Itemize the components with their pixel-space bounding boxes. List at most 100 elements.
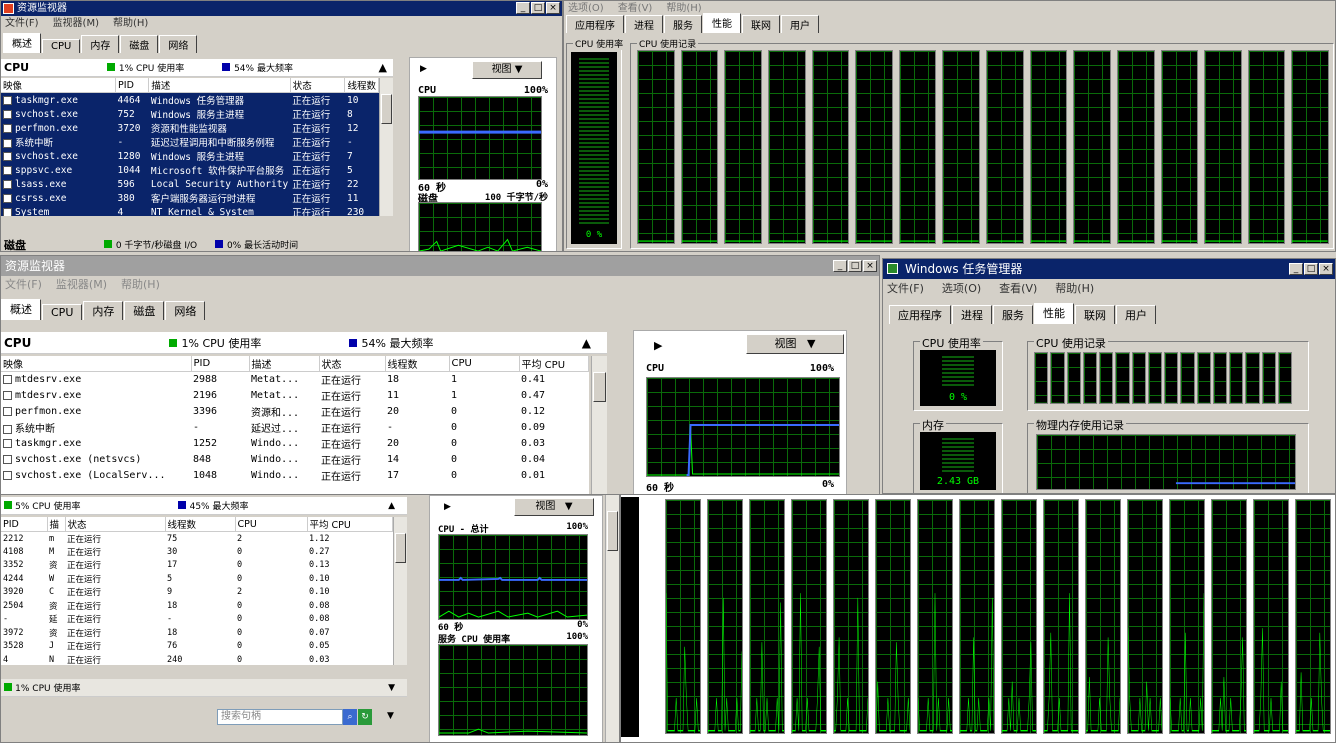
table-row[interactable]: 4 N 正在运行 240 0 0.03 bbox=[1, 653, 393, 665]
table-row[interactable]: mtdesrv.exe 2196 Metat... 正在运行 11 1 0.47 bbox=[1, 388, 589, 404]
table-row[interactable]: 系统中断 - 延迟过... 正在运行 - 0 0.09 bbox=[1, 420, 589, 436]
cpu-section-header[interactable]: CPU 1% CPU 使用率 54% 最大频率 ▲ bbox=[1, 332, 607, 354]
maximize-button[interactable]: □ bbox=[531, 2, 545, 14]
tab-memory[interactable]: 内存 bbox=[83, 301, 124, 320]
col-pid[interactable]: PID bbox=[115, 78, 150, 93]
table-row[interactable]: 3352 资正在运行 17 0 0.13 bbox=[1, 559, 393, 573]
menu-help[interactable]: 帮助(H) bbox=[1055, 281, 1094, 297]
search-icon[interactable]: ⌕ bbox=[343, 709, 357, 725]
collapse-icon[interactable]: ▲ bbox=[582, 336, 591, 350]
menu-monitor[interactable]: 监视器(M) bbox=[53, 16, 99, 32]
disk-section-header[interactable]: 磁盘 0 千字节/秒磁盘 I/O 0% 最长活动时间 bbox=[1, 237, 393, 251]
col-cpu[interactable]: CPU bbox=[449, 356, 520, 372]
tab-networking[interactable]: 联网 bbox=[1075, 305, 1115, 324]
row-checkbox[interactable] bbox=[3, 438, 12, 448]
table-row[interactable]: svchost.exe 1280 Windows 服务主进程 正在运行 7 bbox=[1, 149, 379, 163]
table-row[interactable]: perfmon.exe 3396 资源和... 正在运行 20 0 0.12 bbox=[1, 404, 589, 420]
table-row[interactable]: System 4 NT Kernel & System 正在运行 230 bbox=[1, 205, 379, 216]
refresh-icon[interactable]: ↻ bbox=[358, 709, 372, 725]
col-cpu[interactable]: CPU bbox=[235, 517, 308, 532]
col-image[interactable]: 映像 bbox=[1, 78, 117, 93]
table-row[interactable]: 3972 资正在运行 18 0 0.07 bbox=[1, 626, 393, 640]
col-desc[interactable]: 描述 bbox=[148, 78, 291, 93]
expand-icon[interactable]: ▶ bbox=[420, 64, 427, 74]
menu-help[interactable]: 帮助(H) bbox=[113, 16, 148, 32]
menu-monitor[interactable]: 监视器(M) bbox=[56, 277, 107, 293]
row-checkbox[interactable] bbox=[3, 193, 12, 203]
graphs-scrollbar[interactable] bbox=[605, 495, 619, 742]
col-image[interactable]: 映像 bbox=[1, 356, 192, 372]
row-checkbox[interactable] bbox=[3, 165, 12, 175]
col-threads[interactable]: 线程数 bbox=[344, 78, 379, 93]
menu-options[interactable]: 选项(O) bbox=[942, 281, 981, 297]
menu-view[interactable]: 查看(V) bbox=[999, 281, 1037, 297]
expand-icon[interactable]: ▶ bbox=[444, 502, 451, 512]
row-checkbox[interactable] bbox=[3, 139, 12, 148]
row-checkbox[interactable] bbox=[3, 95, 12, 105]
cpu-section2-header[interactable]: 1% CPU 使用率 ▼ bbox=[1, 679, 407, 697]
tab-services[interactable]: 服务 bbox=[664, 15, 702, 33]
tab-memory[interactable]: 内存 bbox=[81, 35, 120, 53]
tab-cpu[interactable]: CPU bbox=[42, 39, 81, 53]
tab-applications[interactable]: 应用程序 bbox=[566, 15, 624, 33]
row-checkbox[interactable] bbox=[3, 390, 12, 400]
table-row[interactable]: lsass.exe 596 Local Security Authority 正在运行… bbox=[1, 177, 379, 191]
table-row[interactable]: 2504 资正在运行 18 0 0.08 bbox=[1, 599, 393, 613]
tab-performance[interactable]: 性能 bbox=[1034, 303, 1074, 324]
table-row[interactable]: 4108 M 正在运行 30 0 0.27 bbox=[1, 545, 393, 559]
row-checkbox[interactable] bbox=[3, 374, 12, 384]
maximize-button[interactable]: □ bbox=[848, 260, 862, 272]
collapse-icon[interactable]: ▲ bbox=[388, 501, 395, 511]
tab-processes[interactable]: 进程 bbox=[952, 305, 992, 324]
row-checkbox[interactable] bbox=[3, 109, 12, 119]
col-avg-cpu[interactable]: 平均 CPU bbox=[519, 356, 589, 372]
tab-services[interactable]: 服务 bbox=[993, 305, 1033, 324]
col-avg-cpu[interactable]: 平均 CPU bbox=[307, 517, 393, 532]
title-bar[interactable]: 资源监视器 _ □ × bbox=[1, 1, 562, 16]
tab-overview[interactable]: 概述 bbox=[3, 33, 41, 53]
tab-network[interactable]: 网络 bbox=[165, 301, 206, 320]
cpu-section-header[interactable]: 5% CPU 使用率 45% 最大频率 ▲ bbox=[1, 497, 407, 515]
col-threads[interactable]: 线程数 bbox=[385, 356, 450, 372]
cpu-section-header[interactable]: CPU 1% CPU 使用率 54% 最大频率 ▲ bbox=[1, 59, 393, 77]
tab-users[interactable]: 用户 bbox=[781, 15, 819, 33]
minimize-button[interactable]: _ bbox=[833, 260, 847, 272]
table-row[interactable]: svchost.exe (LocalServ... 1048 Windo... 正在运… bbox=[1, 468, 589, 484]
close-button[interactable]: × bbox=[1319, 263, 1333, 275]
table-row[interactable]: 3920 C 正在运行 9 2 0.10 bbox=[1, 586, 393, 600]
col-threads[interactable]: 线程数 bbox=[165, 517, 236, 532]
row-checkbox[interactable] bbox=[3, 424, 12, 434]
col-status[interactable]: 状态 bbox=[290, 78, 346, 93]
table-row[interactable]: - 延正在运行 - 0 0.08 bbox=[1, 613, 393, 627]
table-row[interactable]: sppsvc.exe 1044 Microsoft 软件保护平台服务 正在运行 5 bbox=[1, 163, 379, 177]
col-desc[interactable]: 描述 bbox=[249, 356, 320, 372]
menu-file[interactable]: 文件(F) bbox=[5, 16, 39, 32]
table-row[interactable]: 系统中断 - 延迟过程调用和中断服务例程 正在运行 - bbox=[1, 135, 379, 149]
table-row[interactable]: 3528 J 正在运行 76 0 0.05 bbox=[1, 640, 393, 654]
table-row[interactable]: svchost.exe (netsvcs) 848 Windo... 正在运行 14 0 0… bbox=[1, 452, 589, 468]
col-pid[interactable]: PID bbox=[191, 356, 250, 372]
tab-disk[interactable]: 磁盘 bbox=[124, 301, 165, 320]
close-button[interactable]: × bbox=[546, 2, 560, 14]
view-button[interactable]: 视图 ▼ bbox=[514, 498, 594, 516]
row-checkbox[interactable] bbox=[3, 454, 12, 464]
menu-help[interactable]: 帮助(H) bbox=[121, 277, 160, 293]
tab-performance[interactable]: 性能 bbox=[703, 13, 741, 33]
expand-icon[interactable]: ▶ bbox=[654, 339, 662, 352]
process-scrollbar[interactable] bbox=[591, 356, 607, 494]
tab-cpu[interactable]: CPU bbox=[42, 304, 83, 320]
table-row[interactable]: 2212 m 正在运行 75 2 1.12 bbox=[1, 532, 393, 546]
maximize-button[interactable]: □ bbox=[1304, 263, 1318, 275]
minimize-button[interactable]: _ bbox=[1289, 263, 1303, 275]
table-row[interactable]: mtdesrv.exe 2988 Metat... 正在运行 18 1 0.41 bbox=[1, 372, 589, 388]
view-button[interactable]: 视图 ▼ bbox=[472, 61, 542, 79]
tab-disk[interactable]: 磁盘 bbox=[120, 35, 159, 53]
row-checkbox[interactable] bbox=[3, 470, 12, 480]
col-desc[interactable]: 描 bbox=[47, 517, 66, 532]
process-scrollbar[interactable] bbox=[393, 517, 407, 665]
view-button[interactable]: 视图 ▼ bbox=[746, 334, 844, 354]
expand-section-icon[interactable]: ▼ bbox=[388, 683, 395, 693]
tab-network[interactable]: 网络 bbox=[159, 35, 198, 53]
tab-processes[interactable]: 进程 bbox=[625, 15, 663, 33]
title-bar[interactable]: Windows 任务管理器 _ □ × bbox=[883, 259, 1335, 279]
